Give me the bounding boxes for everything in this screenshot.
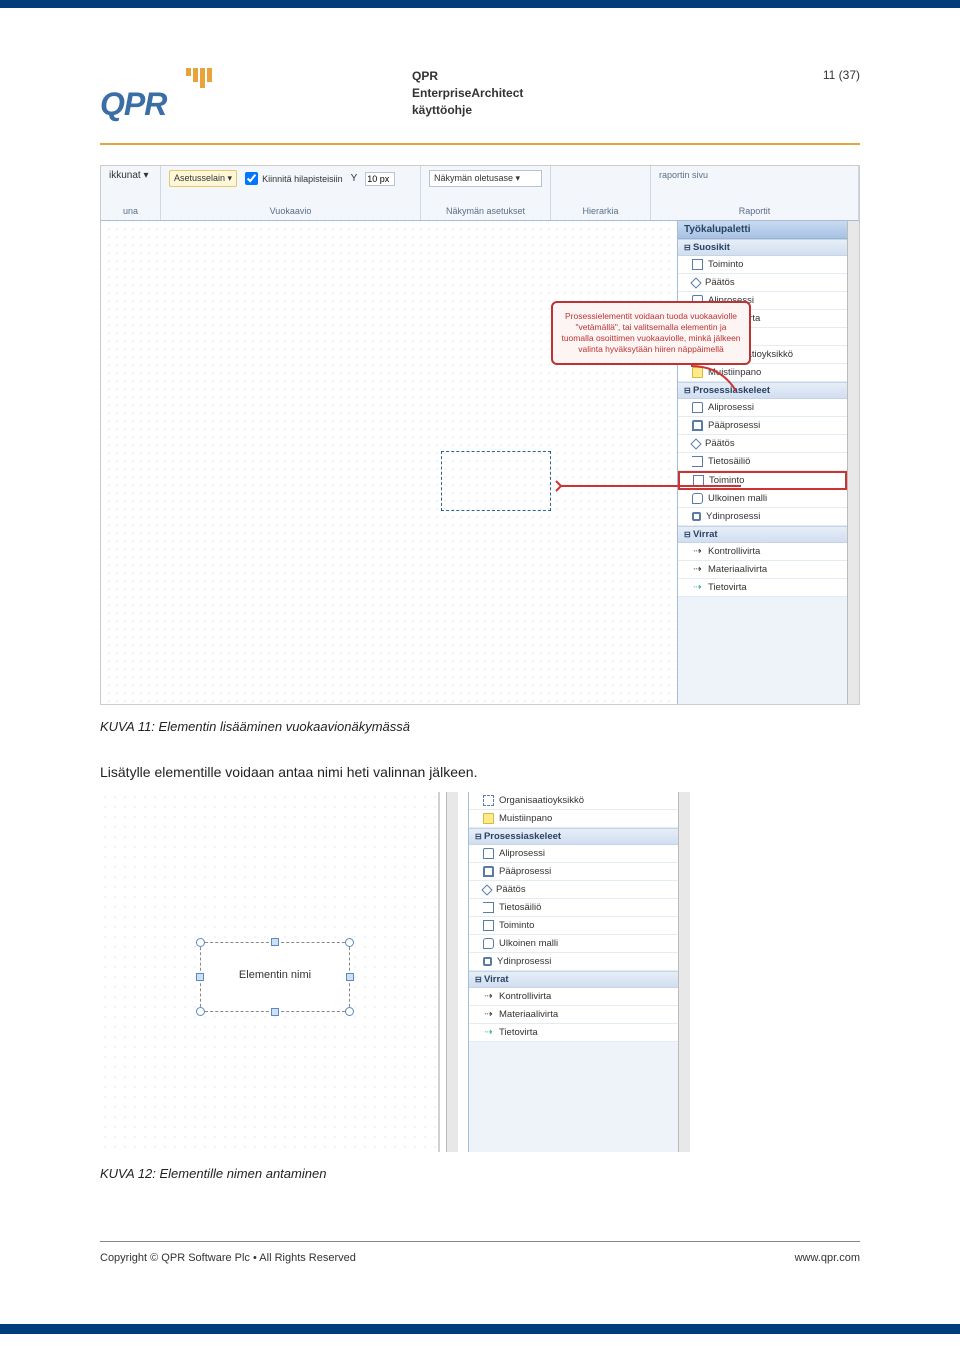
- logo: QPR: [100, 68, 212, 123]
- palette-item[interactable]: ⇢Kontrollivirta: [469, 988, 678, 1006]
- snap-grid-checkbox[interactable]: Kiinnitä hilapisteisiin: [245, 172, 343, 185]
- rect-icon: [692, 259, 703, 270]
- palette-item[interactable]: ⇢Tietovirta: [469, 1024, 678, 1042]
- screenshot-2: Elementin nimi Organisaatioyksikkö Muist…: [100, 792, 860, 1152]
- flow-icon: ⇢: [483, 1009, 494, 1020]
- element-placeholder: [441, 451, 551, 511]
- palette-item[interactable]: Tietosäiliö: [469, 899, 678, 917]
- mainprocess-icon: [483, 866, 494, 877]
- figure-caption-12: KUVA 12: Elementille nimen antaminen: [100, 1166, 860, 1181]
- diamond-icon: [481, 884, 492, 895]
- flow-icon: ⇢: [483, 991, 494, 1002]
- palette-item[interactable]: Toiminto: [678, 256, 847, 274]
- doc-header: QPR QPR EnterpriseArchitect käyttöohje 1…: [100, 68, 860, 123]
- org-icon: [483, 795, 494, 806]
- datastore-icon: [483, 902, 494, 913]
- palette-item[interactable]: Ydinprosessi: [469, 953, 678, 971]
- palette-item[interactable]: Pääprosessi: [469, 863, 678, 881]
- body-paragraph: Lisätylle elementille voidaan antaa nimi…: [100, 764, 860, 780]
- element-name-input[interactable]: Elementin nimi: [201, 969, 349, 981]
- external-icon: [483, 938, 494, 949]
- figure-caption-11: KUVA 11: Elementin lisääminen vuokaavion…: [100, 719, 860, 734]
- palette-group-steps[interactable]: Prosessiaskeleet: [469, 828, 678, 845]
- windows-dropdown[interactable]: ikkunat ▾: [109, 170, 152, 181]
- selected-element[interactable]: Elementin nimi: [200, 942, 350, 1012]
- footer-url: www.qpr.com: [795, 1252, 860, 1264]
- settings-browser-button[interactable]: Asetusselain ▾: [169, 170, 237, 187]
- divider: [100, 143, 860, 145]
- palette-item[interactable]: ⇢Materiaalivirta: [678, 561, 847, 579]
- view-default-dropdown[interactable]: Näkymän oletusase ▾: [429, 170, 542, 187]
- subprocess-icon: [483, 848, 494, 859]
- copyright-text: Copyright © QPR Software Plc • All Right…: [100, 1252, 356, 1264]
- screenshot-1: ikkunat ▾ una Asetusselain ▾ Kiinnitä hi…: [100, 165, 860, 705]
- canvas-scrollbar[interactable]: [446, 792, 458, 1152]
- palette-item[interactable]: Toiminto: [469, 917, 678, 935]
- tool-palette: Organisaatioyksikkö Muistiinpano Prosess…: [468, 792, 678, 1152]
- palette-item[interactable]: Päätös: [469, 881, 678, 899]
- palette-scrollbar[interactable]: [678, 792, 690, 1152]
- dataflow-icon: ⇢: [692, 582, 703, 593]
- palette-group-flows[interactable]: Virrat: [469, 971, 678, 988]
- palette-item[interactable]: ⇢Tietovirta: [678, 579, 847, 597]
- doc-footer: Copyright © QPR Software Plc • All Right…: [100, 1242, 860, 1284]
- palette-item[interactable]: Aliprosessi: [469, 845, 678, 863]
- doc-title: QPR EnterpriseArchitect käyttöohje: [412, 68, 523, 118]
- palette-item[interactable]: Organisaatioyksikkö: [469, 792, 678, 810]
- palette-item[interactable]: ⇢Kontrollivirta: [678, 543, 847, 561]
- palette-item[interactable]: Ulkoinen malli: [469, 935, 678, 953]
- palette-scrollbar[interactable]: [847, 221, 859, 705]
- diamond-icon: [690, 277, 701, 288]
- note-icon: [483, 813, 494, 824]
- palette-item[interactable]: Muistiinpano: [469, 810, 678, 828]
- flowchart-canvas[interactable]: Prosessielementit voidaan tuoda vuokaavi…: [101, 221, 677, 705]
- palette-group-flows[interactable]: Virrat: [678, 526, 847, 543]
- flowchart-canvas[interactable]: Elementin nimi: [100, 792, 440, 1152]
- rect-icon: [483, 920, 494, 931]
- dataflow-icon: ⇢: [483, 1027, 494, 1038]
- flow-icon: ⇢: [692, 564, 703, 575]
- ribbon: ikkunat ▾ una Asetusselain ▾ Kiinnitä hi…: [101, 166, 859, 221]
- bottom-border: [0, 1324, 960, 1334]
- grid-y-input[interactable]: [365, 172, 395, 186]
- palette-title: Työkalupaletti: [678, 221, 847, 239]
- callout-arrow: [541, 346, 751, 516]
- palette-group-favorites[interactable]: Suosikit: [678, 239, 847, 256]
- palette-item[interactable]: Päätös: [678, 274, 847, 292]
- palette-item[interactable]: ⇢Materiaalivirta: [469, 1006, 678, 1024]
- page-number: 11 (37): [823, 68, 860, 82]
- coreprocess-icon: [483, 957, 492, 966]
- flow-icon: ⇢: [692, 546, 703, 557]
